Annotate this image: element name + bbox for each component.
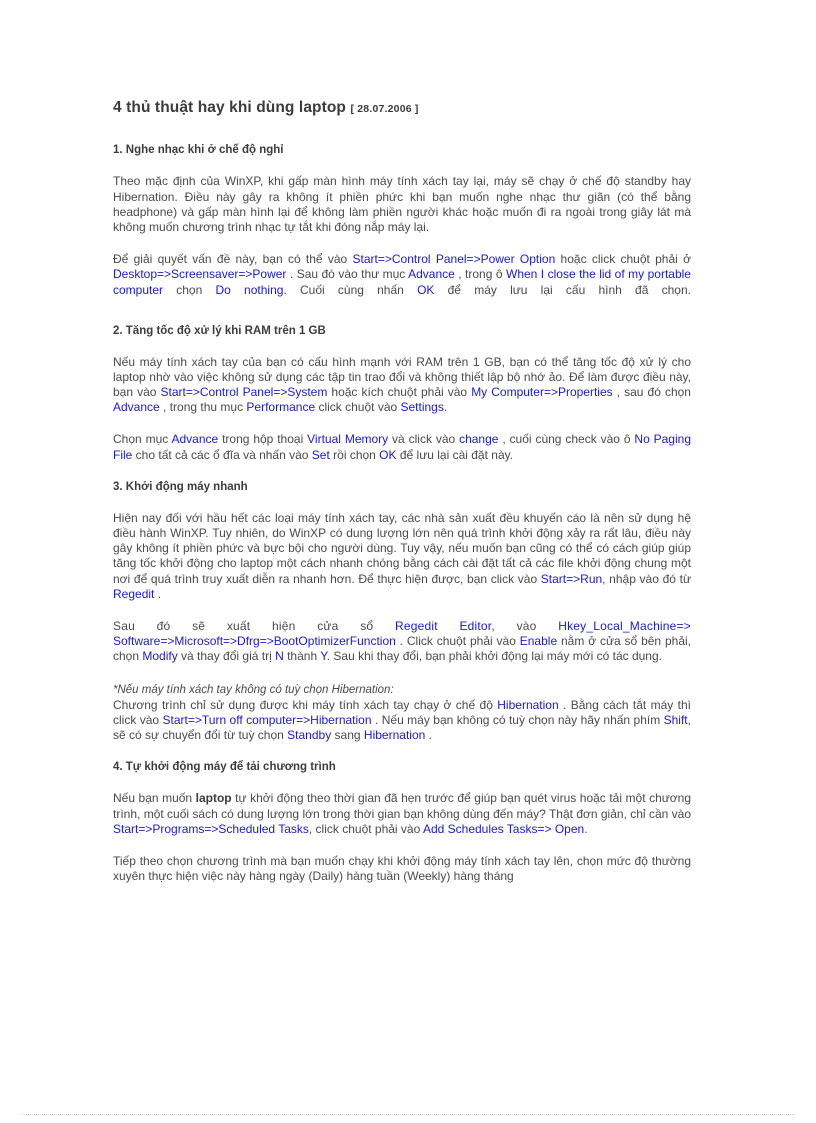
inline-text: trong hộp thoại <box>218 432 308 447</box>
inline-text: . Cuối cùng nhấn <box>283 282 418 297</box>
inline-bold: laptop <box>195 791 232 806</box>
inline-link[interactable]: Hibernation <box>497 698 558 712</box>
inline-link[interactable]: Start=>Run <box>541 572 602 586</box>
inline-link[interactable]: Advance <box>408 267 455 281</box>
inline-link[interactable]: Advance <box>113 400 160 414</box>
page-title-date: [ 28.07.2006 ] <box>350 103 419 115</box>
inline-link[interactable]: OK <box>379 448 396 462</box>
paragraph-4-intro: Nếu bạn muốn laptop tự khởi động theo th… <box>113 791 691 837</box>
inline-link[interactable]: Set <box>312 448 330 462</box>
inline-link[interactable]: Advance <box>171 432 218 446</box>
inline-text: thành <box>283 649 321 664</box>
inline-text: hoặc kích chuột phải vào <box>327 385 472 400</box>
inline-text: sang <box>331 728 364 743</box>
section-heading-1: 1. Nghe nhạc khi ở chế độ nghỉ <box>113 144 284 157</box>
paragraph-3-regedit-line1: Sau đó sẽ xuất hiện cửa sổ Regedit Edito… <box>113 619 691 634</box>
document-content: 4 thủ thuật hay khi dùng laptop [ 28.07.… <box>113 98 691 901</box>
inline-link[interactable]: OK <box>417 283 434 297</box>
inline-link[interactable]: Hibernation <box>364 728 425 742</box>
inline-text: , cuối cùng check vào ô <box>498 432 635 447</box>
inline-text: , sau đó chọn <box>612 385 691 400</box>
section-heading-2: 2. Tăng tốc độ xử lý khi RAM trên 1 GB <box>113 324 326 337</box>
inline-text: . <box>443 400 448 415</box>
inline-text: , trong thu mục <box>159 400 247 415</box>
inline-text: Để giải quyết vấn đề này, bạn có thể vào <box>113 252 353 267</box>
inline-link[interactable]: change <box>459 432 498 446</box>
section-heading-4: 4. Tự khởi động máy để tải chương trình <box>113 761 336 774</box>
inline-link[interactable]: Add Schedules Tasks=> Open <box>423 822 584 836</box>
paragraph-3-note-body: Chương trình chỉ sử dụng được khi máy tí… <box>113 698 691 744</box>
inline-text: . Sau đó vào thư mục <box>286 267 409 282</box>
inline-text: . <box>154 586 162 601</box>
inline-link[interactable]: Start=>Turn off computer=>Hibernation <box>163 713 372 727</box>
paragraph-3-intro: Hiện nay đối với hầu hết các loại máy tí… <box>113 511 691 602</box>
paragraph-2-intro: Nếu máy tính xách tay của bạn có cấu hìn… <box>113 355 691 416</box>
inline-link[interactable]: Start=>Programs=>Scheduled Tasks <box>113 822 309 836</box>
inline-link[interactable]: Regedit <box>113 587 154 601</box>
page-title-text: 4 thủ thuật hay khi dùng laptop <box>113 99 347 116</box>
inline-text: Chọn mục <box>113 432 172 447</box>
inline-link[interactable]: Software=>Microsoft=>Dfrg=>BootOptimizer… <box>113 634 396 648</box>
inline-text: , nhập vào đó từ <box>602 571 691 586</box>
inline-link[interactable]: My Computer=>Properties <box>471 385 612 399</box>
page-title: 4 thủ thuật hay khi dùng laptop [ 28.07.… <box>113 98 691 117</box>
inline-link[interactable]: Desktop=>Screensaver=>Power <box>113 267 286 281</box>
inline-link[interactable]: Start=>Control Panel=>System <box>161 385 328 399</box>
inline-link[interactable]: Start=>Control Panel=>Power Option <box>353 252 556 266</box>
document-page: 4 thủ thuật hay khi dùng laptop [ 28.07.… <box>0 0 816 1123</box>
inline-text: Sau đó sẽ xuất hiện cửa sổ <box>113 619 395 634</box>
inline-link[interactable]: Performance <box>246 400 315 414</box>
inline-text: Chương trình chỉ sử dụng được khi máy tí… <box>113 697 498 712</box>
inline-text: . Click chuột phải vào <box>395 634 520 649</box>
inline-link[interactable]: Shift <box>664 713 688 727</box>
inline-text: để máy lưu lại cấu hình đã chọn. <box>434 282 691 297</box>
inline-link[interactable]: Do nothing <box>216 283 284 297</box>
inline-text: hoặc click chuột phải ở <box>555 252 691 267</box>
inline-text: chọn <box>163 282 216 297</box>
inline-italic: *Nếu máy tính xách tay không có tuỳ chọn… <box>113 683 394 696</box>
inline-link[interactable]: Regedit Editor <box>395 619 491 633</box>
paragraph-1-steps: Để giải quyết vấn đề này, bạn có thể vào… <box>113 252 691 298</box>
inline-link[interactable]: Enable <box>520 634 557 648</box>
inline-link[interactable]: N <box>275 649 284 663</box>
paragraph-3-note-heading: *Nếu máy tính xách tay không có tuỳ chọn… <box>113 682 691 698</box>
paragraph-3-regedit-rest: Software=>Microsoft=>Dfrg=>BootOptimizer… <box>113 634 691 664</box>
inline-text: . <box>425 728 432 743</box>
inline-text: rồi chọn <box>329 447 380 462</box>
inline-text: Theo mặc định của WinXP, khi gấp màn hìn… <box>113 174 691 234</box>
footer-divider <box>22 1114 795 1116</box>
inline-text: Nếu bạn muốn <box>113 791 196 806</box>
inline-link[interactable]: Standby <box>287 728 331 742</box>
inline-link[interactable]: Settings <box>401 400 444 414</box>
inline-text: và click vào <box>388 432 460 447</box>
inline-text: để lưu lại cài đặt này. <box>396 447 514 462</box>
section-heading-3: 3. Khởi động máy nhanh <box>113 480 248 493</box>
paragraph-2-steps: Chọn mục Advance trong hộp thoại Virtual… <box>113 432 691 462</box>
inline-text: click chuột vào <box>315 400 401 415</box>
inline-text: , vào <box>491 619 559 634</box>
inline-text: , trong ô <box>454 267 506 282</box>
inline-text: và thay đổi giá trị <box>177 649 276 664</box>
paragraph-1-intro: Theo mặc định của WinXP, khi gấp màn hìn… <box>113 174 691 235</box>
inline-text: . Nếu máy bạn không có tuỳ chọn này hãy … <box>371 713 664 728</box>
inline-link[interactable]: Virtual Memory <box>307 432 388 446</box>
inline-text: Tiếp theo chọn chương trình mà bạn muốn … <box>113 854 691 884</box>
inline-link[interactable]: Modify <box>142 649 177 663</box>
inline-text: . Sau khi thay đổi, bạn phải khởi động l… <box>326 649 662 664</box>
inline-text: , click chuột phải vào <box>308 821 423 836</box>
inline-link[interactable]: Hkey_Local_Machine=> <box>558 619 691 633</box>
inline-text: cho tất cả các ổ đĩa và nhấn vào <box>132 447 312 462</box>
paragraph-4-schedule: Tiếp theo chọn chương trình mà bạn muốn … <box>113 854 691 884</box>
inline-text: . <box>584 821 588 836</box>
